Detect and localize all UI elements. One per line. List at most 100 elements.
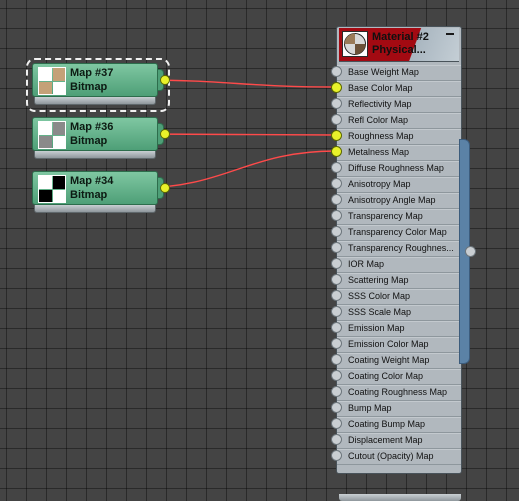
slot-input-port[interactable] <box>331 306 342 317</box>
map-node-title: Map #36 <box>70 121 114 133</box>
material-slot-label: Emission Color Map <box>348 339 429 349</box>
material-slot-row[interactable]: Transparency Roughnes... <box>337 241 461 257</box>
material-slot-label: SSS Scale Map <box>348 307 412 317</box>
map-node-footer <box>34 97 156 105</box>
material-slot-label: SSS Color Map <box>348 291 411 301</box>
slot-input-port[interactable] <box>331 162 342 173</box>
material-slot-label: Coating Weight Map <box>348 355 430 365</box>
material-slot-row[interactable]: Metalness Map <box>337 145 461 161</box>
slot-input-port[interactable] <box>331 82 342 93</box>
map-node-36[interactable]: Map #36 Bitmap <box>32 117 170 159</box>
slot-input-port[interactable] <box>331 242 342 253</box>
material-slot-row[interactable]: Transparency Color Map <box>337 225 461 241</box>
material-slot-row[interactable]: Emission Map <box>337 321 461 337</box>
material-slot-row[interactable]: SSS Scale Map <box>337 305 461 321</box>
material-slot-row[interactable]: Transparency Map <box>337 209 461 225</box>
slot-input-port[interactable] <box>331 258 342 269</box>
material-slot-row[interactable]: Roughness Map <box>337 129 461 145</box>
material-slot-label: Coating Roughness Map <box>348 387 448 397</box>
slot-input-port[interactable] <box>331 130 342 141</box>
slot-input-port[interactable] <box>331 450 342 461</box>
map-node-footer <box>34 151 156 159</box>
output-port[interactable] <box>160 75 170 85</box>
material-slot-row[interactable]: Reflectivity Map <box>337 97 461 113</box>
slot-input-port[interactable] <box>331 146 342 157</box>
material-slot-row[interactable]: Diffuse Roughness Map <box>337 161 461 177</box>
material-slot-row[interactable]: Refl Color Map <box>337 113 461 129</box>
thumbnail-cell <box>53 82 65 94</box>
slot-input-port[interactable] <box>331 98 342 109</box>
slot-input-port[interactable] <box>331 418 342 429</box>
material-slot-row[interactable]: Base Weight Map <box>337 65 461 81</box>
map-node-type: Bitmap <box>70 189 108 201</box>
slot-input-port[interactable] <box>331 114 342 125</box>
material-slot-row[interactable]: Scattering Map <box>337 273 461 289</box>
slot-input-port[interactable] <box>331 402 342 413</box>
map-node-body[interactable]: Map #34 Bitmap <box>32 171 158 205</box>
map-node-37[interactable]: Map #37 Bitmap <box>32 63 170 105</box>
material-slot-label: Cutout (Opacity) Map <box>348 451 434 461</box>
thumbnail-cell <box>53 68 65 81</box>
output-port[interactable] <box>160 183 170 193</box>
thumbnail-cell <box>39 136 52 148</box>
slot-input-port[interactable] <box>331 194 342 205</box>
slot-input-port[interactable] <box>331 386 342 397</box>
material-slot-label: Base Weight Map <box>348 67 419 77</box>
slot-input-port[interactable] <box>331 354 342 365</box>
slot-input-port[interactable] <box>331 66 342 77</box>
material-slot-row[interactable]: Coating Color Map <box>337 369 461 385</box>
material-header[interactable]: Material #2 Physical... <box>339 28 459 62</box>
material-slot-row[interactable]: IOR Map <box>337 257 461 273</box>
material-slot-row[interactable]: Base Color Map <box>337 81 461 97</box>
map-node-title: Map #34 <box>70 175 114 187</box>
material-slot-row[interactable]: Anisotropy Map <box>337 177 461 193</box>
thumbnail-cell <box>39 176 52 189</box>
thumbnail-cell <box>39 122 52 135</box>
slot-input-port[interactable] <box>331 226 342 237</box>
material-node-footer <box>339 494 461 501</box>
material-slot-row[interactable]: Anisotropy Angle Map <box>337 193 461 209</box>
map-node-34[interactable]: Map #34 Bitmap <box>32 171 170 213</box>
material-slot-label: Emission Map <box>348 323 405 333</box>
material-slot-row[interactable]: Cutout (Opacity) Map <box>337 449 461 465</box>
slot-input-port[interactable] <box>331 322 342 333</box>
slot-input-port[interactable] <box>331 434 342 445</box>
thumbnail-cell <box>53 122 65 135</box>
material-slot-row[interactable]: Bump Map <box>337 401 461 417</box>
material-slot-row[interactable]: SSS Color Map <box>337 289 461 305</box>
material-slot-label: IOR Map <box>348 259 385 269</box>
bitmap-thumbnail-icon <box>38 121 66 149</box>
material-slot-label: Anisotropy Map <box>348 179 411 189</box>
slot-input-port[interactable] <box>331 370 342 381</box>
map-node-type: Bitmap <box>70 135 108 147</box>
material-slot-label: Transparency Roughnes... <box>348 243 454 253</box>
material-output-port[interactable] <box>465 246 476 257</box>
connection-wire <box>137 150 337 189</box>
material-slot-label: Refl Color Map <box>348 115 409 125</box>
slot-input-port[interactable] <box>331 210 342 221</box>
thumbnail-cell <box>39 68 52 81</box>
slot-input-port[interactable] <box>331 338 342 349</box>
material-slot-row[interactable]: Coating Bump Map <box>337 417 461 433</box>
slot-input-port[interactable] <box>331 178 342 189</box>
thumbnail-cell <box>53 176 65 189</box>
map-node-type: Bitmap <box>70 81 108 93</box>
material-slot-row[interactable]: Displacement Map <box>337 433 461 449</box>
material-slot-label: Bump Map <box>348 403 392 413</box>
material-swatch-icon <box>342 31 368 57</box>
thumbnail-cell <box>53 190 65 202</box>
material-node[interactable]: Material #2 Physical... Base Weight Map B… <box>336 26 462 501</box>
material-slot-label: Metalness Map <box>348 147 410 157</box>
collapse-button[interactable] <box>446 33 454 35</box>
material-slot-row[interactable]: Coating Roughness Map <box>337 385 461 401</box>
slot-input-port[interactable] <box>331 290 342 301</box>
map-node-body[interactable]: Map #36 Bitmap <box>32 117 158 151</box>
output-port[interactable] <box>160 129 170 139</box>
material-slot-row[interactable]: Emission Color Map <box>337 337 461 353</box>
map-node-body[interactable]: Map #37 Bitmap <box>32 63 158 97</box>
material-type: Physical... <box>372 44 426 56</box>
material-slot-label: Anisotropy Angle Map <box>348 195 436 205</box>
material-slot-label: Transparency Map <box>348 211 423 221</box>
material-slot-row[interactable]: Coating Weight Map <box>337 353 461 369</box>
slot-input-port[interactable] <box>331 274 342 285</box>
